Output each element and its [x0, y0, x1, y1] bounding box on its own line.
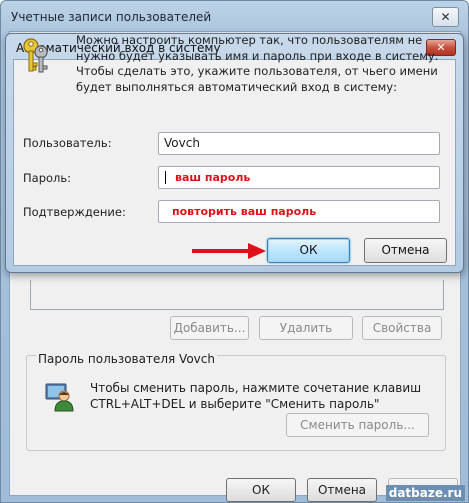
watermark: datbaze.ru: [385, 485, 465, 501]
password-label: Пароль:: [23, 171, 72, 185]
password-hint: ваш пароль: [175, 171, 251, 184]
remove-user-button[interactable]: Удалить: [259, 316, 353, 340]
change-password-button[interactable]: Сменить пароль...: [286, 413, 429, 437]
confirm-password-field[interactable]: повторить ваш пароль: [158, 200, 440, 223]
red-arrow-icon: [192, 243, 266, 259]
password-group-text-line2: CTRL+ALT+DEL и выберите "Сменить пароль": [90, 397, 380, 411]
cancel-button[interactable]: Отмена: [364, 238, 447, 263]
users-list[interactable]: [30, 280, 444, 310]
window-title: Учетные записи пользователей: [11, 10, 212, 24]
window-cancel-button[interactable]: Отмена: [307, 478, 377, 502]
text-caret: [165, 171, 166, 184]
confirm-hint: повторить ваш пароль: [172, 205, 317, 218]
password-group-text: Чтобы сменить пароль, нажмите сочетание …: [90, 380, 421, 412]
add-user-button[interactable]: Добавить...: [170, 316, 249, 340]
dialog-description: Можно настроить компьютер так, что польз…: [76, 33, 439, 94]
user-icon: [45, 383, 74, 412]
window-ok-button[interactable]: ОК: [226, 478, 296, 502]
user-label: Пользователь:: [23, 136, 112, 150]
keys-icon: [23, 38, 48, 73]
ok-button[interactable]: ОК: [267, 238, 350, 263]
password-group-title: Пароль пользователя Vovch: [36, 352, 217, 366]
properties-button[interactable]: Свойства: [362, 316, 442, 340]
password-field[interactable]: ваш пароль: [158, 166, 440, 189]
password-group-text-line1: Чтобы сменить пароль, нажмите сочетание …: [90, 381, 422, 395]
window-close-button[interactable]: ✕: [432, 7, 459, 27]
user-field[interactable]: Vovch: [158, 132, 440, 155]
confirm-label: Подтверждение:: [23, 205, 126, 219]
